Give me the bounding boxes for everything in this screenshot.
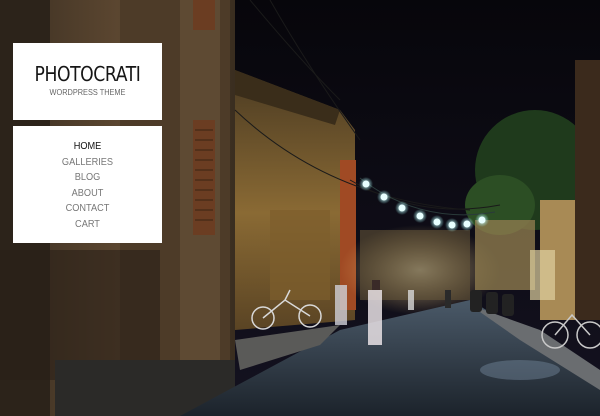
- nav-item-contact[interactable]: CONTACT: [19, 201, 156, 217]
- site-logo[interactable]: PHOTOCRATI WORDPRESS THEME: [13, 43, 162, 120]
- nav-item-about[interactable]: ABOUT: [19, 186, 156, 202]
- page: PHOTOCRATI WORDPRESS THEME HOME GALLERIE…: [0, 0, 600, 416]
- nav-item-home[interactable]: HOME: [19, 139, 156, 155]
- nav-item-blog[interactable]: BLOG: [19, 170, 156, 186]
- site-subtitle: WORDPRESS THEME: [49, 88, 126, 97]
- nav-item-cart[interactable]: CART: [19, 217, 156, 233]
- nav-list: HOME GALLERIES BLOG ABOUT CONTACT CART: [13, 139, 162, 233]
- main-navigation: HOME GALLERIES BLOG ABOUT CONTACT CART: [13, 126, 162, 243]
- nav-item-galleries[interactable]: GALLERIES: [19, 155, 156, 171]
- site-title[interactable]: PHOTOCRATI: [23, 62, 151, 86]
